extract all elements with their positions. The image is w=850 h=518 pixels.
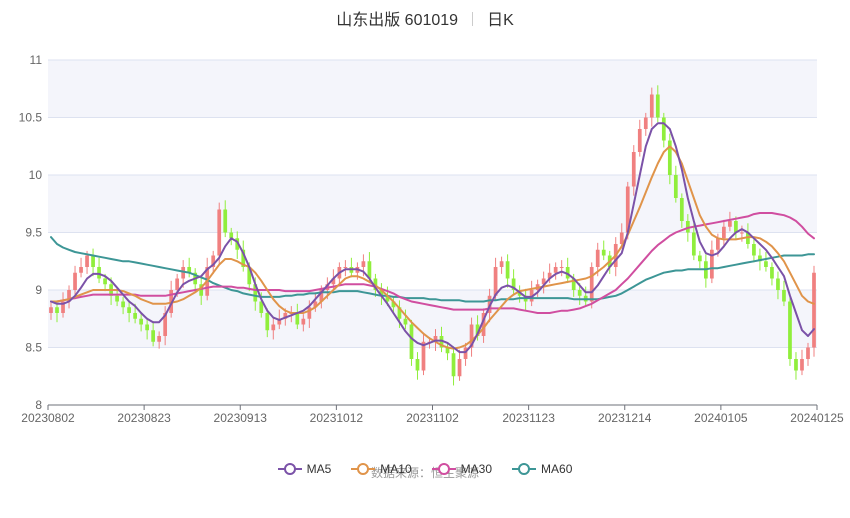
candle-body: [223, 209, 228, 233]
candle-body: [103, 278, 107, 285]
legend-ma10[interactable]: MA10: [351, 459, 412, 479]
candle-body: [673, 175, 678, 198]
candle-body: [175, 278, 180, 290]
candle-body: [649, 94, 654, 118]
legend-ma60[interactable]: MA60: [512, 459, 572, 479]
candle-body: [794, 359, 798, 371]
candle-body: [91, 255, 95, 267]
y-tick-label: 10.5: [19, 111, 43, 125]
candle-body: [691, 232, 696, 256]
candle-body: [145, 324, 149, 331]
candle-body: [559, 267, 564, 268]
candle-body: [157, 336, 162, 342]
candle-body: [697, 255, 702, 262]
candle-body: [151, 330, 155, 342]
y-tick-label: 8.5: [25, 341, 42, 355]
candle-body: [451, 353, 456, 377]
candle-body: [643, 117, 648, 129]
candle-body: [752, 244, 756, 256]
candle-body: [770, 267, 774, 279]
x-tick-label: 20231123: [502, 411, 555, 425]
y-tick-label: 9.5: [25, 226, 42, 240]
candle-body: [139, 318, 143, 325]
candle-body: [133, 313, 137, 319]
candle-body: [49, 307, 53, 313]
candle-body: [788, 301, 792, 359]
y-tick-label: 10: [29, 168, 43, 182]
candle-body: [499, 261, 504, 267]
y-tick-label: 8: [35, 398, 42, 412]
x-tick-label: 20231102: [406, 411, 459, 425]
legend-ma60-marker: [512, 463, 537, 475]
candle-body: [409, 324, 414, 359]
candle-body: [121, 301, 125, 308]
candle-body: [589, 267, 594, 302]
legend-ma30[interactable]: MA30: [431, 459, 493, 479]
candle-body: [728, 221, 732, 227]
legend-ma30-label: MA30: [460, 462, 493, 476]
candle-body: [631, 152, 636, 187]
candle-body: [655, 94, 660, 118]
candle-body: [740, 232, 744, 234]
candle-body: [217, 209, 222, 256]
candle-body: [97, 267, 101, 279]
grid-band: [48, 60, 817, 118]
x-tick-label: 20240105: [694, 411, 748, 425]
x-tick-label: 20231214: [598, 411, 652, 425]
legend-ma5-marker: [277, 463, 302, 475]
x-tick-label: 20230913: [214, 411, 268, 425]
candle-body: [55, 307, 59, 313]
candle-body: [601, 249, 606, 256]
candle-body: [661, 117, 666, 141]
x-tick-label: 20230802: [21, 411, 75, 425]
candle-body: [403, 318, 408, 325]
legend-ma10-label: MA10: [380, 462, 412, 476]
candle-body: [764, 261, 768, 267]
candle-body: [115, 295, 119, 302]
legend-ma60-label: MA60: [541, 462, 573, 476]
legend-ma30-marker: [431, 463, 456, 475]
grid-band: [48, 175, 817, 233]
legend-ma10-marker: [351, 463, 376, 475]
x-tick-label: 20240125: [790, 411, 844, 425]
candle-body: [265, 313, 270, 331]
candle-body: [301, 318, 306, 325]
candle-body: [127, 307, 131, 313]
legend-ma5[interactable]: MA5: [277, 459, 332, 479]
candle-body: [295, 313, 300, 325]
candle-body: [271, 324, 276, 331]
candle-body: [73, 272, 77, 290]
candle-body: [800, 359, 804, 371]
y-tick-label: 11: [30, 53, 43, 67]
candle-body: [595, 249, 600, 267]
legend: MA5 MA10 MA30 MA60: [0, 459, 850, 479]
candle-body: [679, 198, 684, 221]
candle-body: [812, 272, 816, 348]
candle-body: [343, 267, 348, 268]
candle-body: [457, 359, 462, 377]
candle-body: [553, 267, 558, 273]
x-tick-label: 20231012: [310, 411, 364, 425]
candle-body: [637, 129, 642, 152]
candle-body: [722, 226, 726, 239]
candle-body: [79, 267, 83, 273]
candle-body: [782, 290, 786, 302]
legend-ma5-label: MA5: [306, 462, 332, 476]
candle-body: [806, 347, 810, 359]
kline-chart: 11 10.5 10 9.5 9 8.5 820230802 20230823 20230913…: [19, 53, 844, 425]
candle-body: [85, 255, 89, 267]
candle-body: [505, 261, 510, 279]
candle-body: [577, 290, 582, 296]
candle-body: [776, 278, 780, 290]
y-tick-label: 9: [35, 283, 42, 297]
candle-body: [361, 261, 366, 267]
candle-body: [716, 238, 720, 250]
x-tick-label: 20230823: [117, 411, 171, 425]
candle-body: [415, 359, 420, 371]
candle-body: [493, 267, 498, 296]
